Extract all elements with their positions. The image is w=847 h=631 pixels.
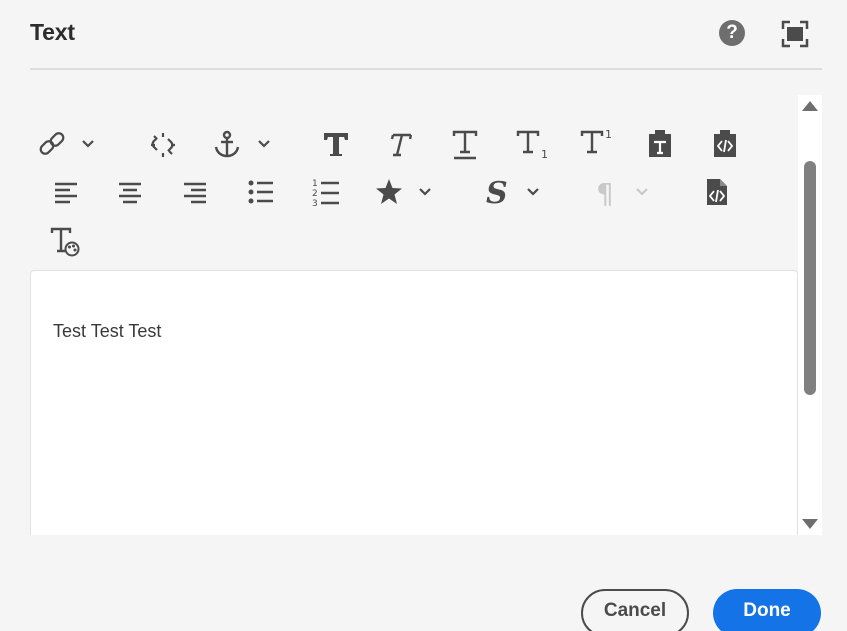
svg-text:1: 1 — [605, 128, 612, 141]
source-edit-icon[interactable] — [704, 176, 730, 208]
numbered-list-icon[interactable]: 1 2 3 — [310, 176, 342, 208]
chevron-down-icon — [527, 188, 539, 196]
fullscreen-icon[interactable] — [780, 19, 810, 49]
help-icon[interactable]: ? — [719, 20, 745, 46]
cancel-button[interactable]: Cancel — [581, 589, 689, 631]
star-icon — [376, 179, 402, 204]
scroll-down-icon[interactable] — [802, 519, 818, 529]
svg-text:1: 1 — [541, 148, 548, 161]
chevron-down-icon — [419, 188, 431, 196]
align-center-icon[interactable] — [116, 178, 144, 206]
svg-text:1: 1 — [312, 179, 318, 189]
chevron-down-icon — [636, 188, 648, 196]
done-button[interactable]: Done — [713, 589, 821, 631]
special-characters-button[interactable] — [373, 176, 437, 208]
scroll-up-icon[interactable] — [802, 101, 818, 111]
anchor-button[interactable] — [212, 130, 274, 160]
subscript-icon[interactable]: 1 — [516, 128, 550, 162]
rich-text-toolbar: 1 1 1 2 3 S ¶ — [30, 118, 800, 268]
dialog-header: Text ? — [30, 0, 822, 70]
text-color-icon[interactable] — [50, 226, 82, 258]
style-s-icon: S — [486, 176, 508, 209]
dialog-title: Text — [30, 19, 75, 45]
bullet-list-icon[interactable] — [246, 178, 276, 206]
align-right-icon[interactable] — [181, 178, 209, 206]
svg-text:2: 2 — [312, 189, 318, 199]
align-left-icon[interactable] — [52, 178, 80, 206]
paste-wordfile-icon[interactable] — [711, 128, 739, 160]
chevron-down-icon — [258, 140, 270, 148]
chevron-down-icon — [82, 140, 94, 148]
paragraph-icon: ¶ — [596, 177, 614, 209]
italic-icon[interactable] — [385, 128, 415, 160]
unlink-icon[interactable] — [147, 130, 179, 160]
styles-button[interactable]: S — [482, 174, 546, 210]
bold-icon[interactable] — [321, 128, 351, 160]
anchor-icon — [214, 130, 240, 158]
scroll-thumb[interactable] — [804, 161, 816, 395]
editor-scrollbar[interactable] — [798, 95, 822, 535]
paragraph-format-button[interactable]: ¶ — [592, 174, 656, 210]
paste-as-text-icon[interactable] — [646, 128, 674, 160]
text-editor[interactable]: Test Test Test — [30, 270, 798, 535]
link-icon — [39, 132, 65, 155]
svg-text:3: 3 — [312, 199, 318, 207]
editor-content[interactable]: Test Test Test — [53, 321, 161, 342]
link-button[interactable] — [38, 130, 98, 160]
underline-icon[interactable] — [450, 128, 480, 162]
superscript-icon[interactable]: 1 — [580, 126, 614, 160]
